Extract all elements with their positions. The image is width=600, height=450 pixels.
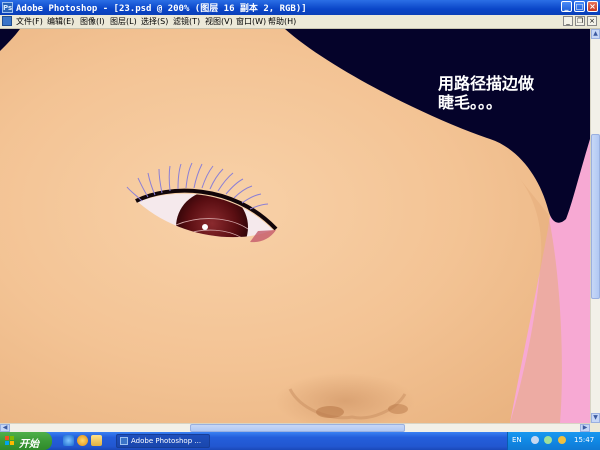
language-indicator[interactable]: EN [512, 436, 522, 444]
ie-icon[interactable] [63, 435, 74, 446]
scroll-up-button[interactable]: ▲ [591, 29, 600, 39]
menu-image[interactable]: 图像(I) [80, 16, 105, 27]
doc-restore-button[interactable]: ❐ [575, 16, 585, 26]
menu-bar: 文件(F) 编辑(E) 图像(I) 图层(L) 选择(S) 滤镜(T) 视图(V… [0, 15, 600, 29]
start-label: 开始 [19, 439, 39, 450]
security-icon[interactable] [558, 436, 566, 444]
menu-select[interactable]: 选择(S) [141, 16, 168, 27]
horizontal-scrollbar[interactable]: ◀ ▶ [0, 423, 590, 432]
menu-help[interactable]: 帮助(H) [268, 16, 296, 27]
canvas-caption: 用路径描边做 睫毛。。。 [438, 74, 534, 112]
window-title: Adobe Photoshop - [23.psd @ 200% (图层 16 … [16, 4, 307, 14]
eye-highlight [202, 224, 208, 230]
menu-view[interactable]: 视图(V) [205, 16, 233, 27]
caption-line-1: 用路径描边做 [438, 74, 535, 93]
volume-icon[interactable] [531, 436, 539, 444]
network-icon[interactable] [544, 436, 552, 444]
photoshop-task-icon [120, 437, 128, 445]
folder-icon[interactable] [91, 435, 102, 446]
document-canvas[interactable]: 用路径描边做 睫毛。。。 [0, 29, 590, 423]
windows-flag-icon [5, 436, 15, 446]
document-icon[interactable] [2, 16, 12, 26]
title-bar: Ps Adobe Photoshop - [23.psd @ 200% (图层 … [0, 0, 600, 15]
taskbar-item-photoshop[interactable]: Adobe Photoshop ... [116, 434, 210, 448]
nostril-right [388, 404, 408, 414]
scroll-left-button[interactable]: ◀ [0, 424, 10, 432]
taskbar: 开始 Adobe Photoshop ... EN 15:47 [0, 432, 600, 450]
media-icon[interactable] [77, 435, 88, 446]
scrollbar-corner [590, 423, 600, 432]
menu-layer[interactable]: 图层(L) [110, 16, 137, 27]
caption-line-2: 睫毛。。。 [438, 93, 503, 112]
doc-close-button[interactable]: × [587, 16, 597, 26]
scroll-right-button[interactable]: ▶ [580, 424, 590, 432]
scroll-down-button[interactable]: ▼ [591, 413, 600, 423]
menu-file[interactable]: 文件(F) [16, 16, 43, 27]
menu-window[interactable]: 窗口(W) [236, 16, 266, 27]
doc-minimize-button[interactable]: _ [563, 16, 573, 26]
start-button[interactable]: 开始 [0, 432, 52, 450]
taskbar-item-label: Adobe Photoshop ... [131, 437, 202, 445]
minimize-button[interactable]: _ [561, 1, 572, 12]
close-button[interactable]: × [587, 1, 598, 12]
vertical-scroll-thumb[interactable] [591, 134, 600, 299]
maximize-button[interactable]: □ [574, 1, 585, 12]
clock: 15:47 [574, 436, 595, 444]
nostril-left [316, 406, 344, 418]
vertical-scrollbar[interactable]: ▲ ▼ [590, 29, 600, 423]
photoshop-icon: Ps [2, 2, 13, 13]
system-tray: EN 15:47 [507, 432, 600, 450]
menu-filter[interactable]: 滤镜(T) [173, 16, 200, 27]
horizontal-scroll-thumb[interactable] [190, 424, 405, 432]
menu-edit[interactable]: 编辑(E) [47, 16, 74, 27]
